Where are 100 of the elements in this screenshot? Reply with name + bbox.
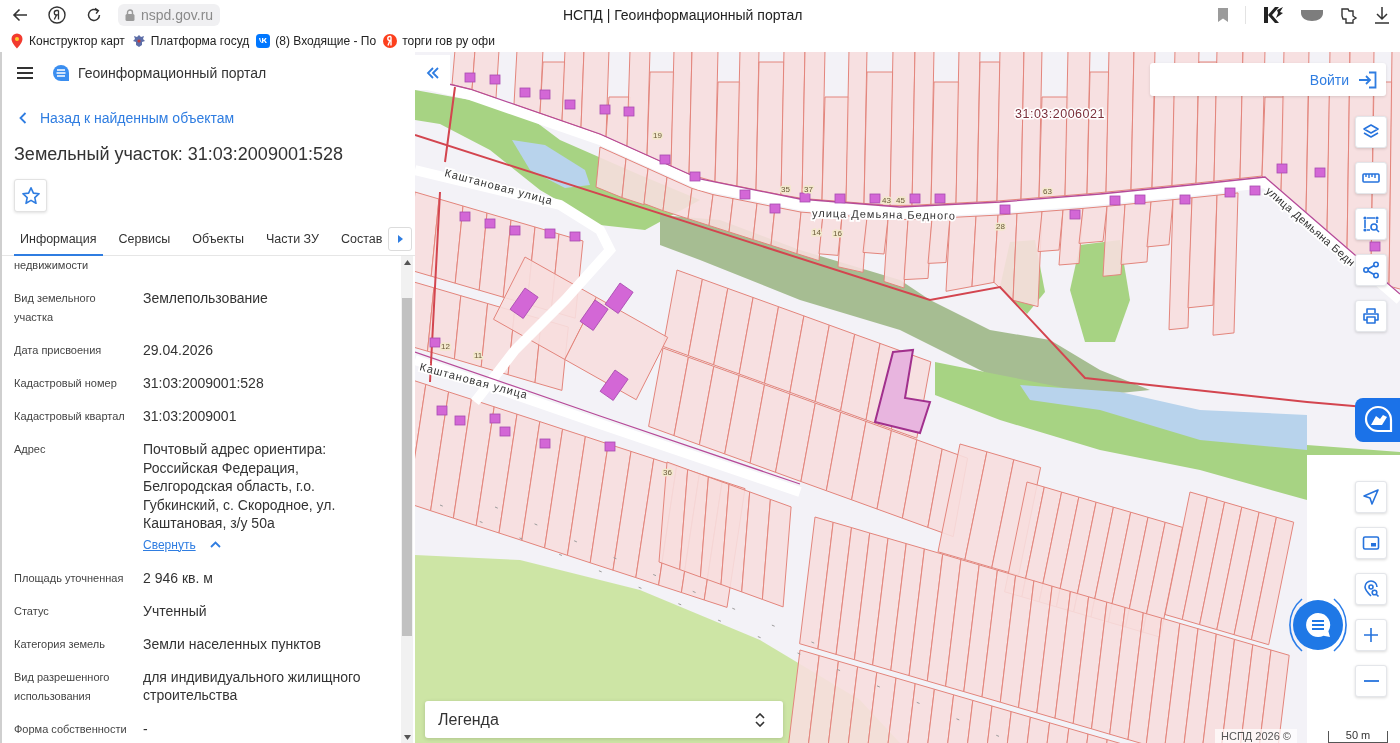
- back-arrow-icon: [12, 8, 28, 22]
- measure-button[interactable]: [1355, 162, 1387, 194]
- tab[interactable]: Части ЗУ: [259, 226, 325, 256]
- field-value: Учтенный: [143, 601, 208, 620]
- print-button[interactable]: [1355, 300, 1387, 332]
- building: [539, 438, 551, 449]
- search-location-button[interactable]: [1355, 573, 1387, 605]
- building: [1109, 195, 1121, 206]
- building: [623, 106, 635, 117]
- tab[interactable]: Информация: [14, 226, 103, 256]
- building: [1224, 187, 1236, 198]
- field-value: Земли населенных пунктов: [143, 634, 323, 653]
- favorite-button[interactable]: [14, 179, 47, 212]
- page-title: НСПД | Геоинформационный портал: [563, 7, 803, 23]
- collapse-panel-button[interactable]: [415, 55, 450, 90]
- scroll-up-icon: [403, 260, 411, 265]
- field-label: Кадастровый квартал: [14, 409, 126, 424]
- tab[interactable]: Состав: [335, 226, 389, 256]
- side-panel-tab[interactable]: [1355, 398, 1400, 442]
- zoom-in-button[interactable]: [1355, 619, 1387, 651]
- tabs-scroll-button[interactable]: [388, 226, 412, 251]
- double-chevron-left-icon: [425, 66, 440, 79]
- scrollbar[interactable]: [401, 256, 413, 743]
- house-number: 16: [833, 229, 842, 238]
- share-button[interactable]: [1355, 254, 1387, 286]
- selected-parcel[interactable]: [873, 348, 932, 435]
- building: [599, 104, 611, 115]
- field-value: 31:03:2009001:528: [143, 374, 265, 393]
- building: [1369, 241, 1381, 252]
- land-parcel: [1120, 201, 1152, 265]
- download-icon: [1374, 6, 1390, 24]
- collapse-link[interactable]: Свернуть: [143, 534, 221, 555]
- menu-icon: [17, 67, 33, 79]
- puzzle-icon: [1340, 6, 1358, 24]
- field-value: Землепользование: [143, 289, 269, 308]
- back-link[interactable]: Назад к найденным объектам: [19, 108, 235, 128]
- field-label: Адрес: [14, 442, 47, 457]
- building: [436, 405, 448, 416]
- bookmark-label: Конструктор карт: [29, 34, 125, 48]
- house-number: 14: [812, 228, 821, 237]
- location-arrow-icon: [1362, 488, 1380, 506]
- url-text: nspd.gov.ru: [141, 7, 214, 23]
- bookmark-item[interactable]: торги гов ру офи: [383, 33, 495, 49]
- building: [509, 225, 521, 236]
- building: [539, 89, 551, 100]
- building: [1249, 185, 1261, 196]
- attribution-text: НСПД 2026 ©: [1215, 729, 1297, 743]
- field-label: Дата присвоения: [14, 343, 103, 358]
- bookmark-item[interactable]: Конструктор карт: [10, 33, 125, 49]
- field-label: Вид разрешенного использования: [14, 669, 111, 704]
- minus-icon: [1363, 680, 1379, 682]
- quarter-label: 31:03:2006021: [1015, 107, 1105, 121]
- portal-logo-icon: [52, 64, 70, 82]
- bookmark-label: (8) Входящие - По: [275, 34, 377, 48]
- locate-button[interactable]: [1355, 481, 1387, 513]
- scrollbar-thumb[interactable]: [402, 298, 412, 636]
- chat-bubble-icon: [1306, 613, 1331, 637]
- legend-dropdown[interactable]: Легенда: [425, 701, 783, 738]
- building: [564, 99, 576, 110]
- field-value: -: [143, 719, 149, 738]
- field-label: Кадастровый номер: [14, 376, 118, 391]
- pin-search-icon: [1362, 580, 1380, 598]
- field-label: недвижимости: [14, 258, 90, 273]
- building: [869, 193, 881, 204]
- home-button[interactable]: [45, 3, 69, 27]
- layers-button[interactable]: [1355, 116, 1387, 148]
- house-number: 43: [882, 196, 891, 205]
- building: [454, 415, 466, 426]
- plus-icon: [1363, 627, 1379, 643]
- tab[interactable]: Сервисы: [112, 226, 177, 256]
- login-button[interactable]: Войти: [1150, 63, 1386, 96]
- portal-title: Геоинформационный портал: [78, 65, 267, 81]
- bookmark-item[interactable]: Платформа госуд: [131, 33, 250, 49]
- select-area-button[interactable]: [1355, 208, 1387, 240]
- minimap-button[interactable]: [1355, 527, 1387, 559]
- chevron-left-icon: [19, 112, 27, 124]
- tab[interactable]: Объекты: [186, 226, 250, 256]
- house-number: 12: [441, 342, 450, 351]
- building: [459, 211, 471, 222]
- house-number: 45: [896, 196, 905, 205]
- zoom-out-button[interactable]: [1355, 665, 1387, 697]
- building: [1276, 163, 1288, 174]
- building: [489, 413, 501, 424]
- bookmark-item[interactable]: (8) Входящие - По: [256, 33, 377, 49]
- bolt-logo-icon: [1262, 6, 1284, 24]
- field-value: 29.04.2026: [143, 341, 215, 360]
- field-label: Форма собственности: [14, 721, 128, 737]
- field-label: Площадь уточненная: [14, 570, 125, 586]
- building: [909, 193, 921, 204]
- house-number: 19: [653, 131, 662, 140]
- building: [604, 441, 616, 452]
- reload-icon: [86, 7, 102, 23]
- menu-button[interactable]: [16, 64, 34, 82]
- house-number: 28: [996, 222, 1005, 231]
- field-value: 31:03:2009001: [143, 407, 238, 426]
- building: [1134, 194, 1146, 205]
- building: [934, 193, 946, 204]
- field-label: Статус: [14, 603, 50, 619]
- login-icon: [1358, 70, 1378, 89]
- field-value: 2 946 кв. м: [143, 568, 214, 587]
